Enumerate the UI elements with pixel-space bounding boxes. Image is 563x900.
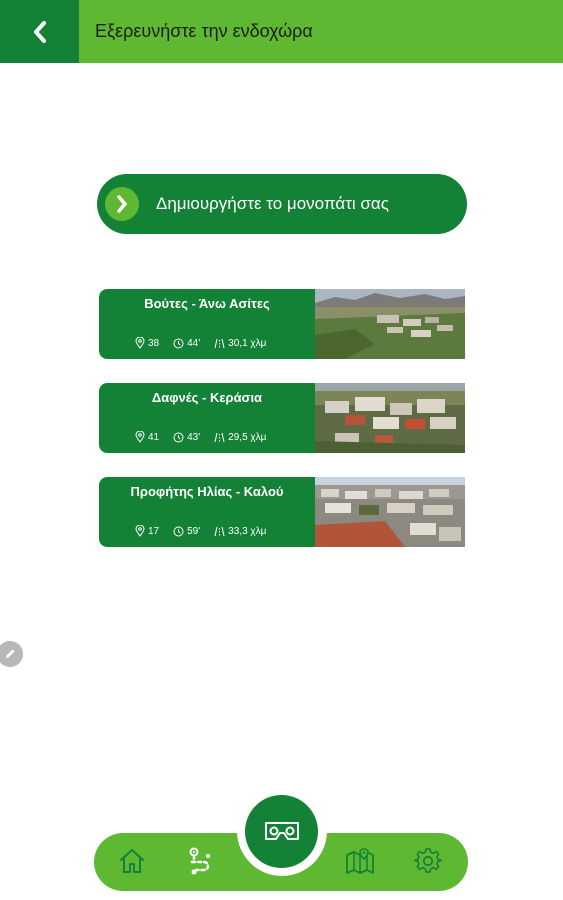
nav-map[interactable]: [344, 845, 376, 877]
route-stats: 38 44' 30,1 χλμ: [135, 337, 280, 349]
points-value: 38: [148, 337, 160, 349]
route-stats: 17 59' 33,3 χλμ: [135, 525, 280, 537]
route-title: Δαφνές - Κεράσια: [151, 390, 263, 405]
route-card-info: Δαφνές - Κεράσια 41 43' 29,5 χλμ: [99, 383, 315, 453]
points-value: 41: [148, 431, 160, 443]
map-icon: [346, 848, 374, 874]
duration-stat: 43': [173, 432, 200, 443]
route-card[interactable]: Βούτες - Άνω Ασίτες 38 44' 30,1 χλμ: [99, 289, 465, 359]
edit-button[interactable]: [0, 641, 23, 667]
points-stat: 38: [135, 337, 159, 349]
duration-stat: 44': [173, 338, 200, 349]
nav-settings[interactable]: [412, 845, 444, 877]
points-value: 17: [148, 525, 160, 537]
location-pin-icon: [135, 431, 145, 443]
chevron-left-icon: [33, 20, 46, 43]
distance-stat: 33,3 χλμ: [214, 526, 266, 537]
road-icon: [214, 338, 225, 348]
points-stat: 41: [135, 431, 159, 443]
pencil-icon: [6, 649, 15, 658]
route-card-info: Προφήτης Ηλίας - Καλού 17 59' 33,3 χλμ: [99, 477, 315, 547]
distance-value: 29,5 χλμ: [228, 431, 267, 443]
route-title: Βούτες - Άνω Ασίτες: [144, 296, 270, 311]
route-photo: [315, 477, 465, 547]
clock-icon: [173, 338, 184, 348]
route-stats: 41 43' 29,5 χλμ: [135, 431, 280, 443]
nav-home[interactable]: [116, 845, 148, 877]
distance-stat: 30,1 χλμ: [214, 338, 266, 349]
distance-value: 30,1 χλμ: [228, 337, 267, 349]
route-card[interactable]: Προφήτης Ηλίας - Καλού 17 59' 33,3 χλμ: [99, 477, 465, 547]
duration-value: 44': [187, 337, 201, 349]
route-photo: [315, 289, 465, 359]
clock-icon: [173, 432, 184, 442]
distance-stat: 29,5 χλμ: [214, 432, 266, 443]
road-icon: [214, 526, 225, 536]
home-icon: [120, 849, 144, 873]
chevron-right-icon: [117, 195, 127, 213]
settings-gear-icon: [414, 848, 442, 873]
duration-stat: 59': [173, 526, 200, 537]
vr-headset-icon: [264, 821, 299, 840]
create-route-circle: [105, 187, 139, 221]
duration-value: 43': [187, 431, 201, 443]
location-pin-icon: [135, 337, 145, 349]
nav-route[interactable]: [185, 845, 217, 877]
duration-value: 59': [187, 525, 201, 537]
page-title: Εξερευνήστε την ενδοχώρα: [95, 21, 313, 41]
route-card-info: Βούτες - Άνω Ασίτες 38 44' 30,1 χλμ: [99, 289, 315, 359]
route-icon: [189, 847, 210, 875]
distance-value: 33,3 χλμ: [228, 525, 267, 537]
back-button[interactable]: [0, 0, 79, 63]
create-route-label: Δημιουργήστε το μονοπάτι σας: [156, 194, 389, 213]
route-photo: [315, 383, 465, 453]
route-title: Προφήτης Ηλίας - Καλού: [130, 484, 284, 499]
vr-button[interactable]: [245, 795, 318, 868]
points-stat: 17: [135, 525, 159, 537]
road-icon: [214, 432, 225, 442]
location-pin-icon: [135, 525, 145, 537]
route-card[interactable]: Δαφνές - Κεράσια 41 43' 29,5 χλμ: [99, 383, 465, 453]
create-route-button[interactable]: Δημιουργήστε το μονοπάτι σας: [97, 174, 467, 234]
app-header: Εξερευνήστε την ενδοχώρα: [0, 0, 563, 63]
clock-icon: [173, 526, 184, 536]
